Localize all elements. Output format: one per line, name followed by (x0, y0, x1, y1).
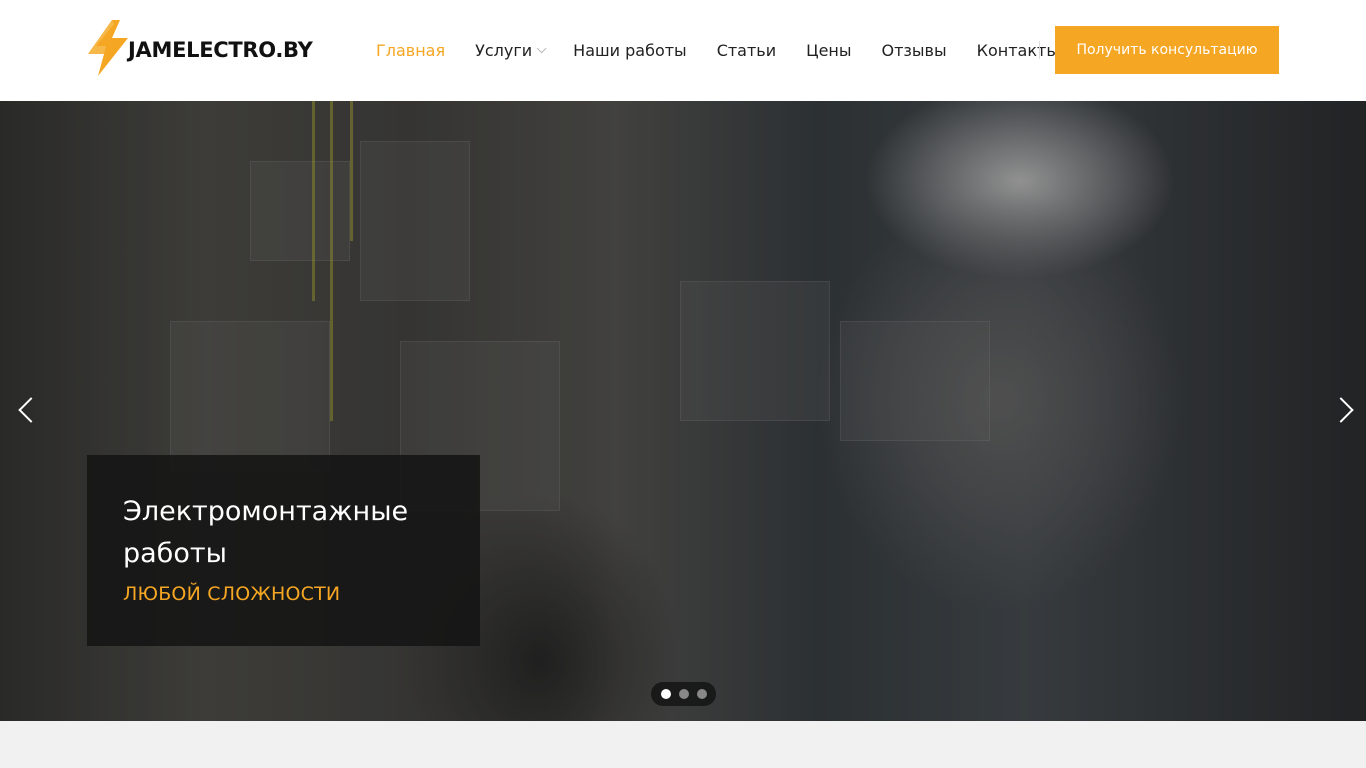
slider-pagination (651, 682, 716, 706)
hero-title: Электромонтажные работы (123, 496, 409, 569)
chevron-down-icon (536, 42, 547, 53)
nav-item-reviews[interactable]: Отзывы (882, 41, 947, 60)
main-nav: Главная Услуги Наши работы Статьи Цены О… (376, 38, 1089, 62)
slider-dot-1[interactable] (660, 689, 671, 699)
nav-divider (1039, 41, 1040, 59)
nav-item-articles[interactable]: Статьи (717, 41, 776, 60)
slider-dot-2[interactable] (678, 689, 689, 699)
slider-dot-3[interactable] (696, 689, 707, 699)
logo-text: JAMELECTRO.BY (128, 38, 313, 62)
site-header: JAMELECTRO.BY Главная Услуги Наши работы… (0, 0, 1366, 101)
hero-subtitle: любой сложности (123, 583, 341, 605)
nav-item-contacts[interactable]: Контакты (977, 41, 1059, 60)
lightning-bolt-icon (86, 19, 130, 81)
consultation-button[interactable]: Получить консультацию (1055, 26, 1279, 74)
nav-item-works[interactable]: Наши работы (573, 41, 687, 60)
nav-item-services[interactable]: Услуги (475, 40, 547, 60)
nav-item-prices[interactable]: Цены (806, 41, 851, 60)
logo-link[interactable]: JAMELECTRO.BY (86, 19, 313, 81)
nav-item-home[interactable]: Главная (376, 41, 445, 60)
hero-caption: Электромонтажные работы любой сложности (87, 455, 480, 646)
nav-item-services-label: Услуги (475, 40, 533, 60)
hero-slider: Электромонтажные работы любой сложности (0, 101, 1366, 721)
next-section (0, 721, 1366, 768)
